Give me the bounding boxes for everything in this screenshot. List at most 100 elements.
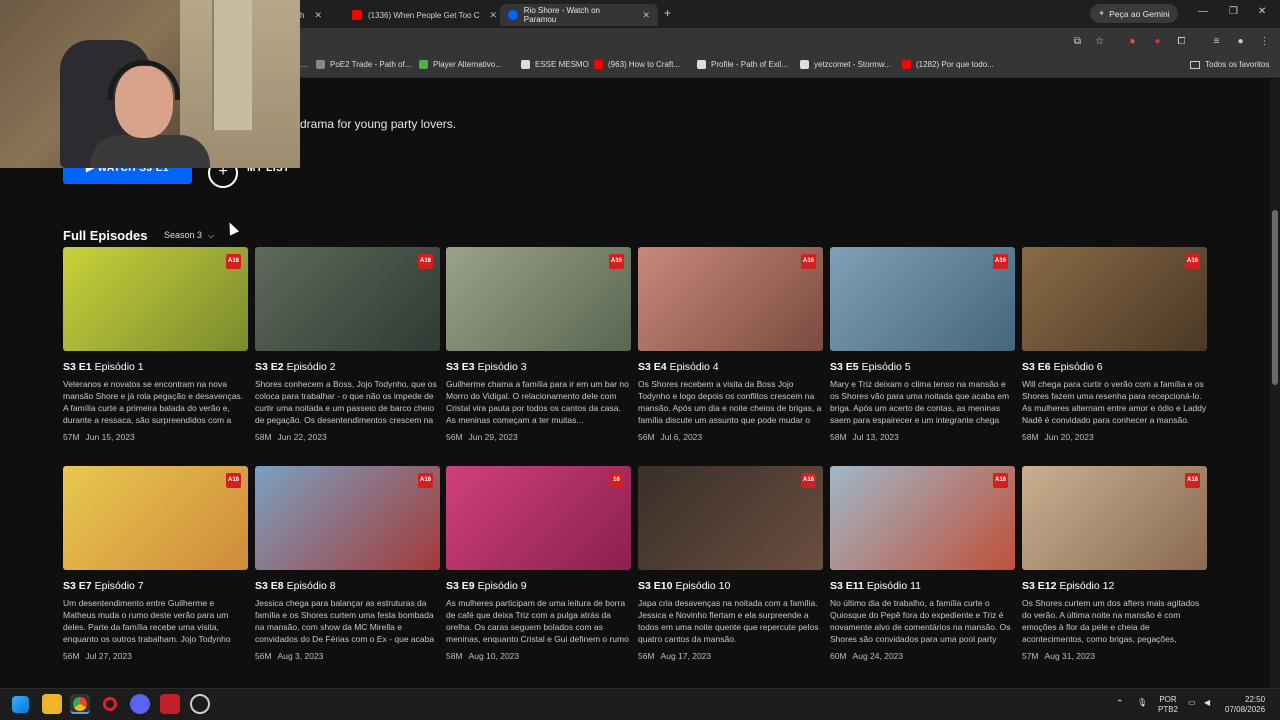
episode-title[interactable]: S3 E12 Episódio 12	[1022, 580, 1207, 592]
tray-chevron-up-icon[interactable]: ⌃	[1116, 698, 1124, 708]
episode-card[interactable]: A16 S3 E1 Episódio 1 Veteranos e novatos se…	[63, 247, 248, 442]
episode-code: S3 E12	[1022, 580, 1057, 592]
bookmark-item[interactable]: …	[300, 60, 308, 69]
episode-name: Episódio 11	[866, 580, 921, 592]
episode-title[interactable]: S3 E3 Episódio 3	[446, 361, 631, 373]
bookmark-star-icon[interactable]: ☆	[1093, 35, 1106, 48]
episode-description: Jessica chega para balançar as estrutura…	[255, 598, 435, 644]
episode-card[interactable]: A16 S3 E8 Episódio 8 Jessica chega para bal…	[255, 466, 440, 661]
episode-duration: 58M	[830, 432, 847, 442]
season-select[interactable]: Season 3 ⌵	[164, 230, 214, 241]
minimize-icon[interactable]: —	[1198, 6, 1208, 17]
episode-title[interactable]: S3 E4 Episódio 4	[638, 361, 823, 373]
episode-thumbnail[interactable]: A16	[830, 247, 1015, 351]
bookmark-label: Player Alternativo...	[433, 60, 502, 69]
close-tab-icon[interactable]: ✕	[642, 10, 650, 21]
close-tab-icon[interactable]: ✕	[489, 10, 497, 21]
episode-description: Os Shores curtem um dos afters mais agit…	[1022, 598, 1200, 644]
browser-tab-2[interactable]: (1336) When People Get Too C ✕	[344, 4, 505, 26]
new-tab-button[interactable]: +	[664, 6, 671, 20]
episode-thumbnail[interactable]: A16	[63, 247, 248, 351]
episode-thumbnail[interactable]: A16	[255, 466, 440, 570]
browser-menu-icon[interactable]: ⋮	[1258, 35, 1271, 48]
volume-icon[interactable]: ◀	[1204, 698, 1210, 708]
file-explorer-icon[interactable]	[42, 694, 62, 714]
close-tab-icon[interactable]: ✕	[314, 10, 322, 21]
episode-thumbnail[interactable]: 16	[446, 466, 631, 570]
episode-title[interactable]: S3 E10 Episódio 10	[638, 580, 823, 592]
clock[interactable]: 22:50 07/08/2026	[1225, 695, 1265, 715]
episode-thumbnail[interactable]: A16	[1022, 466, 1207, 570]
extension-fox-icon[interactable]: ●	[1126, 35, 1139, 48]
windows-start-icon[interactable]	[12, 696, 29, 713]
bookmark-item[interactable]: PoE2 Trade - Path of...	[316, 60, 411, 69]
episode-thumbnail[interactable]: A16	[830, 466, 1015, 570]
app-icon[interactable]	[160, 694, 180, 714]
episode-name: Episódio 10	[675, 580, 731, 592]
folder-icon	[1190, 60, 1200, 69]
episode-title[interactable]: S3 E7 Episódio 7	[63, 580, 248, 592]
episode-title[interactable]: S3 E8 Episódio 8	[255, 580, 440, 592]
episode-thumbnail[interactable]: A16	[446, 247, 631, 351]
episode-name: Episódio 5	[861, 361, 911, 373]
episode-date: Aug 17, 2023	[660, 651, 712, 661]
episode-thumbnail[interactable]: A16	[63, 466, 248, 570]
episode-card[interactable]: A16 S3 E4 Episódio 4 Os Shores recebem a vi…	[638, 247, 823, 442]
episode-card[interactable]: A16 S3 E11 Episódio 11 No último dia de tra…	[830, 466, 1015, 661]
bookmark-item[interactable]: ESSE MESMO	[521, 60, 589, 69]
episode-title[interactable]: S3 E5 Episódio 5	[830, 361, 1015, 373]
profile-avatar-icon[interactable]: ●	[1234, 35, 1247, 48]
episode-duration: 56M	[255, 651, 272, 661]
episode-title[interactable]: S3 E2 Episódio 2	[255, 361, 440, 373]
steam-icon[interactable]	[190, 694, 210, 714]
close-window-icon[interactable]: ✕	[1258, 6, 1266, 17]
language-indicator[interactable]: POR PTB2	[1158, 695, 1178, 715]
episode-thumbnail[interactable]: A16	[638, 466, 823, 570]
episode-card[interactable]: A16 S3 E3 Episódio 3 Guilherme chama a famí…	[446, 247, 631, 442]
tab-title: (1336) When People Get Too C	[368, 10, 480, 20]
episode-title[interactable]: S3 E9 Episódio 9	[446, 580, 631, 592]
bookmark-item[interactable]: yetzcomet - Stormw...	[800, 60, 891, 69]
episode-code: S3 E6	[1022, 361, 1051, 373]
all-favorites-button[interactable]: Todos os favoritos	[1190, 60, 1269, 69]
episode-card[interactable]: A16 S3 E5 Episódio 5 Mary e Triz deixam o c…	[830, 247, 1015, 442]
episode-code: S3 E8	[255, 580, 284, 592]
tab-search-icon[interactable]: ≡	[1210, 35, 1223, 48]
opera-icon[interactable]	[100, 694, 120, 714]
network-icon[interactable]: ▭	[1188, 698, 1196, 708]
episode-title[interactable]: S3 E6 Episódio 6	[1022, 361, 1207, 373]
extensions-puzzle-icon[interactable]: ⧠	[1175, 35, 1188, 48]
bookmark-item[interactable]: Player Alternativo...	[419, 60, 502, 69]
paramount-icon	[508, 10, 518, 20]
episode-thumbnail[interactable]: A16	[255, 247, 440, 351]
episode-card[interactable]: A16 S3 E6 Episódio 6 Will chega para curtir…	[1022, 247, 1207, 442]
episode-name: Episódio 6	[1053, 361, 1103, 373]
gemini-icon: ✦	[1098, 8, 1106, 18]
episode-title[interactable]: S3 E11 Episódio 11	[830, 580, 1015, 592]
chrome-icon[interactable]	[70, 694, 90, 714]
install-app-icon[interactable]: ⧉	[1071, 35, 1084, 48]
gemini-label: Peça ao Gemini	[1109, 8, 1170, 19]
episode-thumbnail[interactable]: A16	[638, 247, 823, 351]
scrollbar-thumb[interactable]	[1272, 210, 1278, 385]
episode-description: Veteranos e novatos se encontram na nova…	[63, 379, 244, 425]
episode-date: Jun 20, 2023	[1044, 432, 1094, 442]
episode-card[interactable]: A16 S3 E10 Episódio 10 Japa cria desavenças…	[638, 466, 823, 661]
bookmark-item[interactable]: (1282) Por que todo...	[902, 60, 994, 69]
extension-red-icon[interactable]: ●	[1151, 35, 1164, 48]
microphone-icon[interactable]: 🎙	[1137, 698, 1147, 708]
episode-thumbnail[interactable]: A16	[1022, 247, 1207, 351]
maximize-icon[interactable]: ❐	[1229, 6, 1238, 17]
episode-card[interactable]: A16 S3 E7 Episódio 7 Um desentendimento ent…	[63, 466, 248, 661]
discord-icon[interactable]	[130, 694, 150, 714]
episode-title[interactable]: S3 E1 Episódio 1	[63, 361, 248, 373]
episode-code: S3 E9	[446, 580, 475, 592]
browser-tab-3[interactable]: Rio Shore - Watch on Paramou ✕	[500, 4, 658, 26]
episode-card[interactable]: A16 S3 E12 Episódio 12 Os Shores curtem um …	[1022, 466, 1207, 661]
episode-card[interactable]: 16 S3 E9 Episódio 9 As mulheres participam …	[446, 466, 631, 661]
clock-date: 07/08/2026	[1225, 705, 1266, 714]
gemini-button[interactable]: ✦ Peça ao Gemini	[1090, 4, 1178, 23]
bookmark-item[interactable]: Profile - Path of Exil...	[697, 60, 788, 69]
episode-card[interactable]: A16 S3 E2 Episódio 2 Shores conhecem a Boss…	[255, 247, 440, 442]
bookmark-item[interactable]: (963) How to Craft...	[594, 60, 680, 69]
